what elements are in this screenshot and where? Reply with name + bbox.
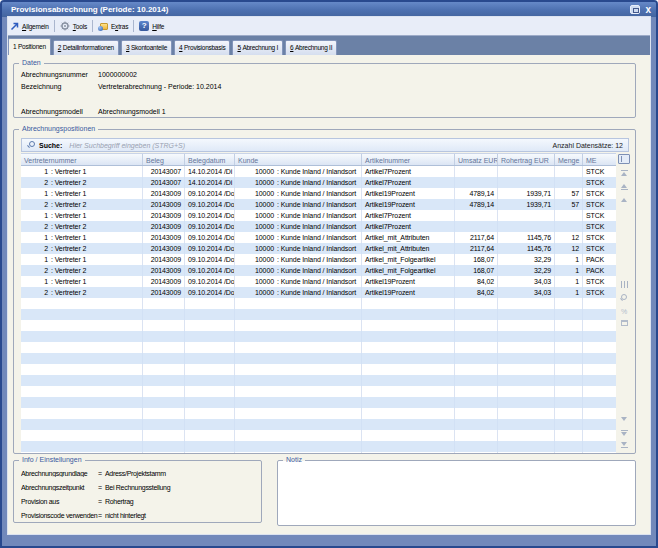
table-header: Vertreternummer Beleg Belegdatum Kunde A…	[21, 153, 616, 166]
col-belegdatum[interactable]: Belegdatum	[185, 154, 235, 165]
info-row-zeitpunkt: Abrechnungszeitpunkt=Bei Rechnungsstellu…	[21, 484, 261, 498]
percent-icon[interactable]: %	[619, 308, 629, 315]
gear-icon	[60, 21, 70, 31]
positionen-legend: Abrechnungspositionen	[19, 124, 98, 134]
help-icon: ?	[139, 21, 149, 31]
info-row-provisionscode: Provisionscode verwenden=nicht hinterleg…	[21, 512, 261, 526]
arrow-up-right-icon	[10, 22, 19, 31]
menu-hilfe[interactable]: ? Hilfe	[134, 17, 169, 35]
empty-row	[21, 430, 616, 441]
tabstrip: 1 Positionen 2 Detailinformationen 3 Sko…	[8, 36, 650, 55]
notiz-group[interactable]: Notiz	[277, 460, 636, 526]
empty-row	[21, 331, 616, 342]
empty-row	[21, 397, 616, 408]
table-row[interactable]: 2: Vertreter 2 20143007 14.10.2014 /Di 1…	[21, 177, 616, 188]
scroll-up-icon[interactable]	[619, 198, 629, 202]
col-umsatz[interactable]: Umsatz EUR	[455, 154, 498, 165]
window-title: Provisionsabrechnung (Periode: 10.2014)	[11, 5, 168, 14]
empty-row	[21, 375, 616, 386]
table-row[interactable]: 2: Vertreter 2 20143009 09.10.2014 /Do 1…	[21, 265, 616, 276]
field-bezeichnung: Bezeichnung Vertreterabrechnung - Period…	[21, 80, 629, 92]
col-me[interactable]: ME	[583, 154, 616, 165]
column-chooser-icon[interactable]	[618, 154, 630, 164]
info-group: Info / Einstellungen Abrechnungsgrundlag…	[13, 460, 262, 523]
scroll-page-down-icon[interactable]	[619, 429, 629, 436]
menubar: Allgemein Tools Extras ? Hilfe	[8, 17, 650, 36]
record-count: Anzahl Datensätze: 12	[553, 142, 623, 149]
col-rohertrag[interactable]: Rohertrag EUR	[498, 154, 555, 165]
search-icon	[27, 141, 35, 149]
app-window: Provisionsabrechnung (Periode: 10.2014) …	[0, 0, 658, 548]
tab-detailinformationen[interactable]: 2 Detailinformationen	[53, 40, 119, 55]
table-row[interactable]: 1: Vertreter 1 20143009 09.10.2014 /Do 1…	[21, 188, 616, 199]
empty-row	[21, 298, 616, 309]
empty-row	[21, 309, 616, 320]
tab-provisionsbasis[interactable]: 4 Provisionsbasis	[174, 40, 230, 55]
daten-group: Daten Abrechnungsnummer 1000000002 Bezei…	[13, 63, 636, 118]
extras-icon	[98, 22, 108, 31]
table-view-icon[interactable]	[619, 320, 629, 326]
col-vertreternummer[interactable]: Vertreternummer	[21, 154, 143, 165]
notiz-legend: Notiz	[283, 455, 305, 465]
empty-row	[21, 441, 616, 452]
col-beleg[interactable]: Beleg	[143, 154, 185, 165]
scroll-down-icon[interactable]	[619, 417, 629, 421]
table-row[interactable]: 1: Vertreter 1 20143009 09.10.2014 /Do 1…	[21, 276, 616, 287]
menu-extras[interactable]: Extras	[93, 17, 133, 35]
close-icon[interactable]: x	[645, 5, 651, 14]
tab-content: Daten Abrechnungsnummer 1000000002 Bezei…	[8, 55, 650, 534]
field-abrechnungsnummer: Abrechnungsnummer 1000000002	[21, 68, 629, 80]
scroll-page-up-icon[interactable]	[619, 184, 629, 191]
empty-row	[21, 452, 616, 453]
empty-row	[21, 419, 616, 430]
table-row[interactable]: 1: Vertreter 1 20143009 09.10.2014 /Do 1…	[21, 232, 616, 243]
menu-tools[interactable]: Tools	[55, 17, 92, 35]
scroll-first-icon[interactable]	[619, 169, 629, 176]
table-row[interactable]: 2: Vertreter 2 20143009 09.10.2014 /Do 1…	[21, 199, 616, 210]
tab-abrechnung-2[interactable]: 6 Abrechnung II	[285, 40, 337, 55]
positions-table: Vertreternummer Beleg Belegdatum Kunde A…	[21, 153, 616, 453]
daten-legend: Daten	[19, 58, 44, 68]
col-menge[interactable]: Menge	[555, 154, 583, 165]
info-row-provision-aus: Provision aus=Rohertrag	[21, 498, 261, 512]
table-row[interactable]: 1: Vertreter 1 20143009 09.10.2014 /Do 1…	[21, 210, 616, 221]
empty-row	[21, 408, 616, 419]
col-kunde[interactable]: Kunde	[235, 154, 362, 165]
scroll-last-icon[interactable]	[619, 442, 629, 449]
table-row[interactable]: 2: Vertreter 2 20143009 09.10.2014 /Do 1…	[21, 287, 616, 298]
field-abrechnungsmodell: Abrechnungsmodell Abrechnungsmodell 1	[21, 105, 629, 117]
table-row[interactable]: 1: Vertreter 1 20143009 09.10.2014 /Do 1…	[21, 254, 616, 265]
info-legend: Info / Einstellungen	[19, 455, 85, 465]
titlebar: Provisionsabrechnung (Periode: 10.2014) …	[2, 2, 656, 17]
table-row[interactable]: 2: Vertreter 2 20143009 09.10.2014 /Do 1…	[21, 243, 616, 254]
empty-row	[21, 353, 616, 364]
tab-abrechnung-1[interactable]: 5 Abrechnung I	[232, 40, 283, 55]
positionen-group: Abrechnungspositionen Suche: Hier Suchbe…	[13, 129, 636, 454]
empty-row	[21, 320, 616, 331]
empty-row	[21, 342, 616, 353]
tab-positionen[interactable]: 1 Positionen	[8, 38, 51, 55]
empty-row	[21, 364, 616, 375]
grid-body: 1: Vertreter 1 20143007 14.10.2014 /Di 1…	[21, 166, 616, 453]
search-bar[interactable]: Suche: Hier Suchbegriff eingeben (STRG+S…	[21, 138, 629, 152]
info-row-grundlage: Abrechnungsgrundlage=Adress/Projektstamm	[21, 470, 261, 484]
menu-allgemein[interactable]: Allgemein	[8, 17, 54, 35]
columns-view-icon[interactable]	[619, 281, 629, 288]
col-artikelnummer[interactable]: Artikelnummer	[362, 154, 455, 165]
restore-icon[interactable]	[630, 5, 640, 14]
tab-skontoanteile[interactable]: 3 Skontoanteile	[121, 40, 172, 55]
zoom-icon[interactable]	[619, 294, 629, 302]
grid-side-strip: %	[616, 153, 633, 453]
empty-row	[21, 386, 616, 397]
search-placeholder: Hier Suchbegriff eingeben (STRG+S)	[69, 142, 185, 149]
table-row[interactable]: 1: Vertreter 1 20143007 14.10.2014 /Di 1…	[21, 166, 616, 177]
window-frame: Allgemein Tools Extras ? Hilfe	[2, 17, 656, 546]
table-row[interactable]: 2: Vertreter 2 20143009 09.10.2014 /Do 1…	[21, 221, 616, 232]
